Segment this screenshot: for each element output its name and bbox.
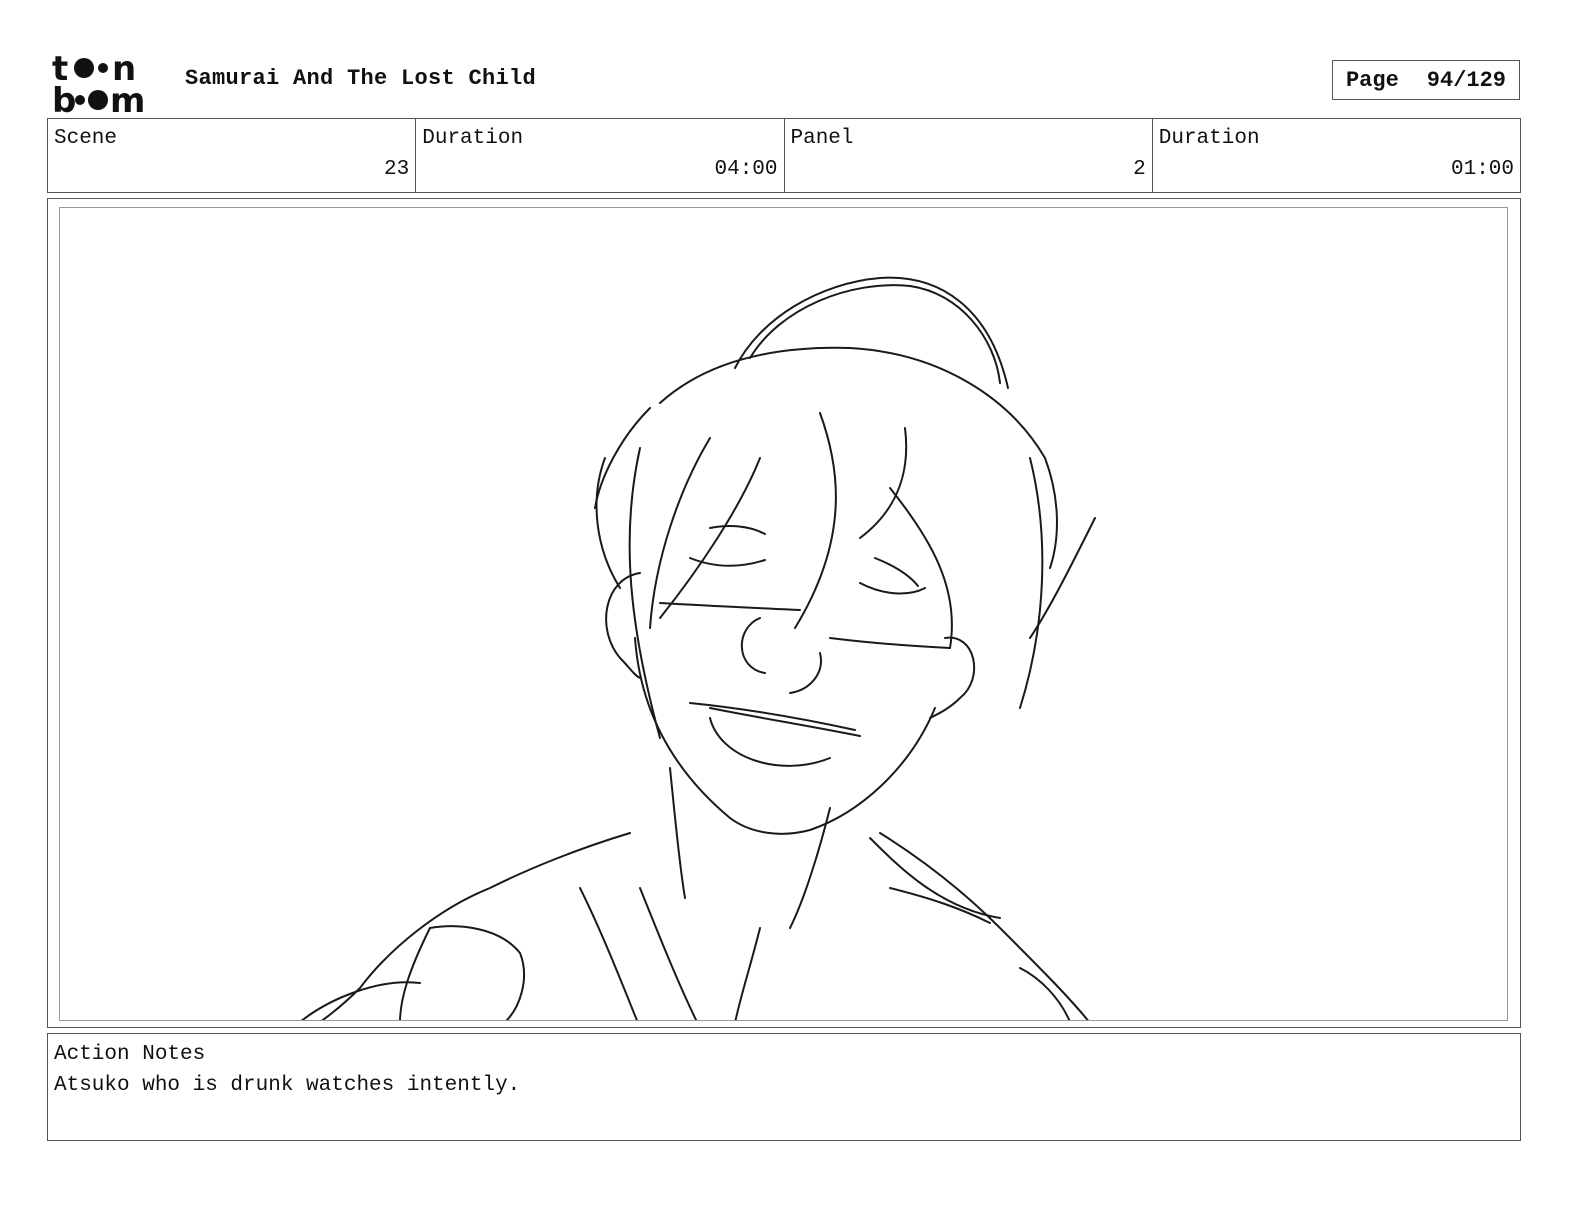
svg-text:m: m <box>110 81 145 114</box>
panel-duration-label: Duration <box>1158 127 1260 150</box>
toon-boom-logo: t n b m <box>50 50 165 114</box>
page-indicator: Page 94/129 <box>1332 60 1520 100</box>
page-label: Page <box>1345 67 1399 93</box>
panel-duration-cell: Duration 01:00 <box>1153 119 1520 192</box>
action-notes-text: Atsuko who is drunk watches intently. <box>54 1074 521 1097</box>
scene-duration-value: 04:00 <box>714 158 778 181</box>
scene-info-row: Scene 23 Duration 04:00 Panel 2 Duration… <box>47 118 1521 193</box>
scene-duration-label: Duration <box>422 127 524 150</box>
panel-frame <box>47 198 1521 1028</box>
scene-label: Scene <box>54 127 118 150</box>
sketch-drawing <box>301 276 1096 1020</box>
panel-label: Panel <box>790 127 854 150</box>
page-number: 94/129 <box>1426 67 1507 93</box>
scene-duration-cell: Duration 04:00 <box>416 119 785 192</box>
storyboard-title: Samurai And The Lost Child <box>185 66 537 91</box>
scene-cell: Scene 23 <box>48 119 417 192</box>
scene-number: 23 <box>384 158 410 181</box>
panel-number: 2 <box>1133 158 1146 181</box>
action-notes-label: Action Notes <box>54 1043 206 1066</box>
panel-duration-value: 01:00 <box>1450 158 1514 181</box>
panel-drawing-area <box>59 207 1508 1021</box>
action-notes-box: Action Notes Atsuko who is drunk watches… <box>47 1033 1521 1141</box>
panel-cell: Panel 2 <box>785 119 1153 192</box>
svg-text:b: b <box>52 81 76 114</box>
